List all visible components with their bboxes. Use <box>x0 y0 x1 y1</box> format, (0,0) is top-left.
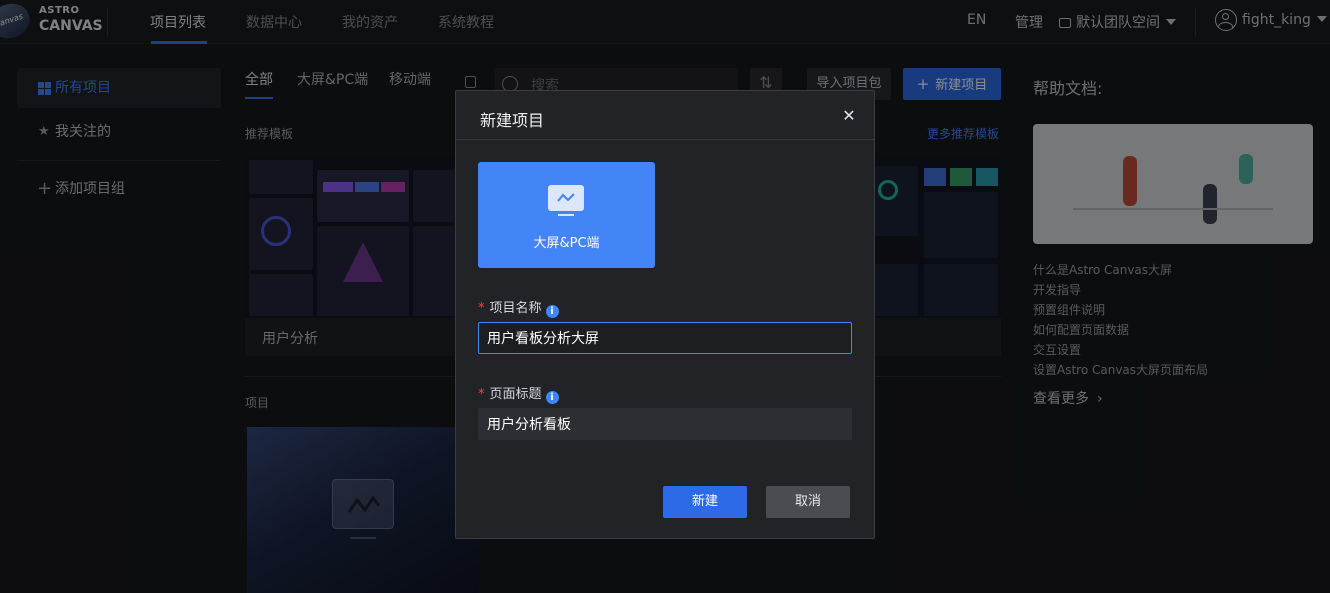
new-project-dialog: 新建项目 ✕ 大屏&PC端 *项目名称i *页面标题i 新建 取消 <box>455 90 875 539</box>
page-title-input[interactable] <box>478 408 852 440</box>
page-title-label-text: 页面标题 <box>489 387 542 402</box>
monitor-stand <box>558 214 574 216</box>
project-name-label-text: 项目名称 <box>489 301 542 316</box>
info-icon[interactable]: i <box>545 305 559 318</box>
dialog-title: 新建项目 <box>480 111 545 130</box>
required-mark: * <box>478 301 485 316</box>
cancel-button[interactable]: 取消 <box>766 486 850 518</box>
close-icon[interactable]: ✕ <box>841 108 857 124</box>
project-type-screen-pc[interactable]: 大屏&PC端 <box>478 162 655 268</box>
dialog-header-divider <box>456 139 874 140</box>
create-button[interactable]: 新建 <box>663 486 747 518</box>
page-title-label: * 页面标题 i <box>478 383 559 404</box>
info-icon[interactable]: i <box>545 391 559 404</box>
project-type-label: 大屏&PC端 <box>533 236 600 251</box>
required-mark: * <box>478 387 485 402</box>
project-name-input[interactable] <box>478 322 852 354</box>
project-name-label: * 项目名称 i <box>478 297 559 318</box>
monitor-icon <box>548 185 584 211</box>
